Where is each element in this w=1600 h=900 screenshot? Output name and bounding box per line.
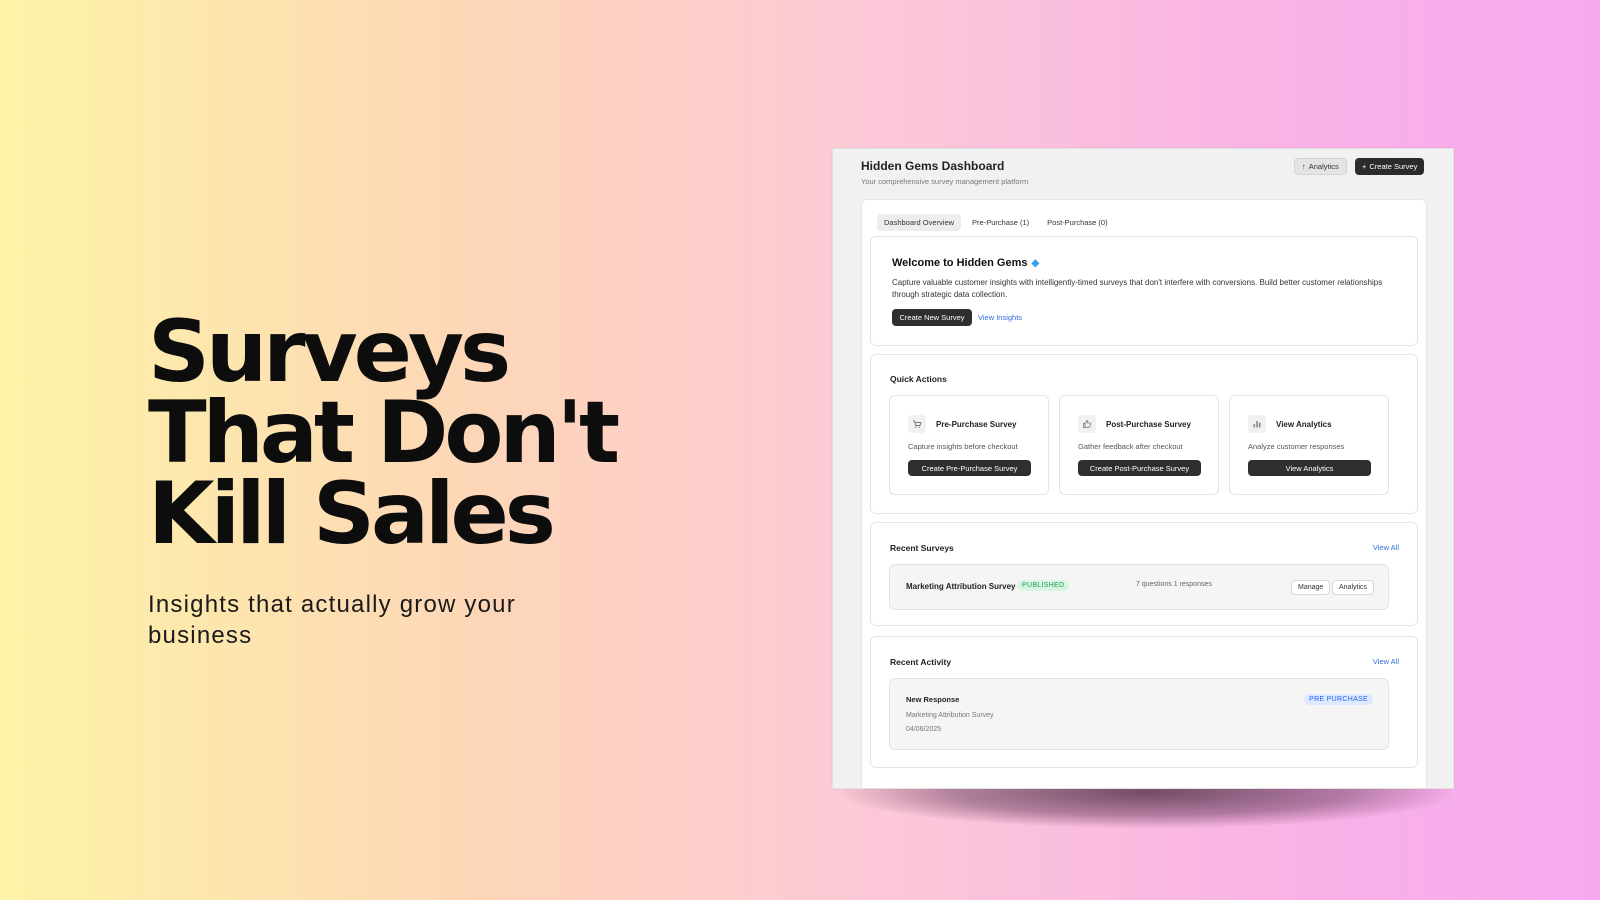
survey-row: Marketing Attribution Survey PUBLISHED 7… <box>889 564 1389 610</box>
plus-icon: + <box>1362 162 1367 171</box>
status-badge: PUBLISHED <box>1017 580 1070 591</box>
activity-survey: Marketing Attribution Survey <box>906 712 994 719</box>
activity-type-badge: PRE PURCHASE <box>1304 694 1373 705</box>
upload-icon: ↑ <box>1302 162 1306 171</box>
welcome-text: Capture valuable customer insights with … <box>892 278 1383 299</box>
quick-action-title: Pre-Purchase Survey <box>936 420 1017 429</box>
welcome-card: Welcome to Hidden Gems ◆ Capture valuabl… <box>870 236 1418 346</box>
create-pre-purchase-survey-button[interactable]: Create Pre-Purchase Survey <box>908 460 1031 476</box>
create-survey-button-label: Create Survey <box>1369 162 1418 171</box>
recent-activity-title: Recent Activity <box>890 657 952 667</box>
quick-action-pre-purchase: Pre-Purchase Survey Capture insights bef… <box>889 395 1049 495</box>
dashboard-header: Hidden Gems Dashboard Your comprehensive… <box>861 159 1028 186</box>
welcome-title-text: Welcome to Hidden Gems <box>892 257 1028 269</box>
hero-title-line: Surveys <box>148 302 511 402</box>
survey-name: Marketing Attribution Survey <box>906 582 1016 591</box>
row-analytics-button[interactable]: Analytics <box>1332 580 1375 595</box>
quick-action-view-analytics: View Analytics Analyze customer response… <box>1229 395 1389 495</box>
quick-actions-title: Quick Actions <box>890 374 947 384</box>
cart-icon <box>908 415 926 433</box>
bar-chart-icon <box>1248 415 1266 433</box>
recent-surveys-card: Recent Surveys View All Marketing Attrib… <box>870 522 1418 626</box>
quick-action-desc: Analyze customer responses <box>1248 442 1345 451</box>
recent-activity-card: Recent Activity View All New Response Ma… <box>870 636 1418 768</box>
hero-title-line: Kill Sales <box>148 464 556 564</box>
tab-bar: Dashboard Overview Pre-Purchase (1) Post… <box>877 214 1115 231</box>
main-panel: Dashboard Overview Pre-Purchase (1) Post… <box>861 199 1427 788</box>
recent-surveys-title: Recent Surveys <box>890 543 954 553</box>
dashboard-title: Hidden Gems Dashboard <box>861 159 1005 173</box>
tab-pre-purchase[interactable]: Pre-Purchase (1) <box>965 214 1036 231</box>
create-survey-button[interactable]: + Create Survey <box>1355 158 1425 175</box>
hero-title: Surveys That Don't Kill Sales <box>148 302 668 564</box>
tab-post-purchase[interactable]: Post-Purchase (0) <box>1040 214 1114 231</box>
quick-action-title: View Analytics <box>1276 420 1332 429</box>
hero-subtitle: Insights that actually grow your busines… <box>148 591 516 649</box>
survey-meta: 7 questions 1 responses <box>1136 581 1212 588</box>
quick-action-desc: Capture insights before checkout <box>908 442 1018 451</box>
view-analytics-button[interactable]: View Analytics <box>1248 460 1371 476</box>
dashboard-subtitle: Your comprehensive survey management pla… <box>861 177 1029 186</box>
create-post-purchase-survey-button[interactable]: Create Post-Purchase Survey <box>1078 460 1201 476</box>
welcome-title: Welcome to Hidden Gems ◆ <box>892 257 1039 269</box>
quick-action-title: Post-Purchase Survey <box>1106 420 1191 429</box>
quick-action-post-purchase: Post-Purchase Survey Gather feedback aft… <box>1059 395 1219 495</box>
activity-title: New Response <box>906 695 960 704</box>
hero-title-line: That Don't <box>148 383 620 483</box>
thumbs-up-icon <box>1078 415 1096 433</box>
create-new-survey-button[interactable]: Create New Survey <box>892 309 972 326</box>
recent-activity-view-all-link[interactable]: View All <box>1373 657 1399 666</box>
dashboard-window: Hidden Gems Dashboard Your comprehensive… <box>832 148 1454 789</box>
analytics-button-label: Analytics <box>1308 162 1339 171</box>
activity-item: New Response Marketing Attribution Surve… <box>889 678 1389 750</box>
quick-action-desc: Gather feedback after checkout <box>1078 442 1183 451</box>
activity-date: 04/06/2025 <box>906 726 942 733</box>
analytics-button[interactable]: ↑ Analytics <box>1294 158 1347 175</box>
quick-actions-card: Quick Actions Pre-Purchase Survey Captur… <box>870 354 1418 514</box>
tab-dashboard-overview[interactable]: Dashboard Overview <box>877 214 962 231</box>
recent-surveys-view-all-link[interactable]: View All <box>1373 543 1399 552</box>
gem-icon: ◆ <box>1031 257 1040 269</box>
hero-section: Surveys That Don't Kill Sales Insights t… <box>148 302 668 651</box>
view-insights-link[interactable]: View Insights <box>978 313 1022 322</box>
manage-button[interactable]: Manage <box>1291 580 1331 595</box>
